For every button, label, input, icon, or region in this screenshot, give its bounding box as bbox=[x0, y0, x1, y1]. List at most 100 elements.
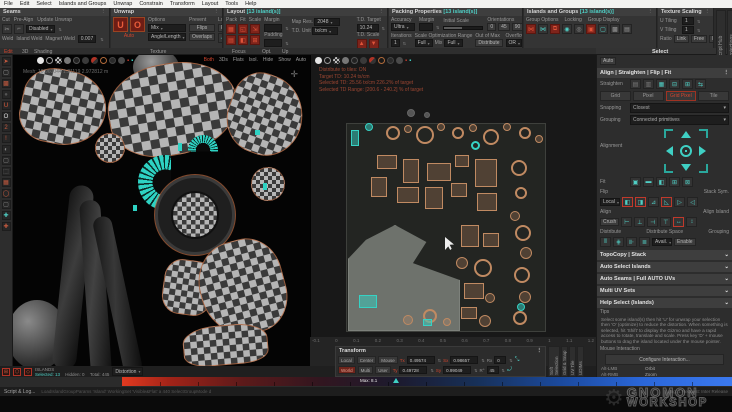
seams-menu-icon[interactable]: ⋮ bbox=[101, 9, 107, 15]
align-edge-left-icon[interactable]: ⊢ bbox=[621, 217, 633, 227]
uv-island-26[interactable] bbox=[511, 160, 527, 176]
display-solid-icon[interactable]: ▩ bbox=[610, 24, 620, 34]
section-header-help-select-islands[interactable]: Help Select (Islands) ⌄ bbox=[597, 298, 732, 308]
update-spinner[interactable]: ⇅ bbox=[58, 27, 61, 32]
unlock-icon[interactable]: ◎ bbox=[574, 24, 584, 34]
align-edge-bottom-icon[interactable]: ⊥ bbox=[634, 217, 646, 227]
rx-value[interactable]: 0 bbox=[494, 356, 507, 364]
menu-item-edit[interactable]: Edit bbox=[20, 1, 29, 7]
pack-fit-icon[interactable]: ◱ bbox=[238, 24, 248, 34]
groups-menu-icon[interactable]: ⋮ bbox=[648, 9, 654, 15]
shading-sphere-icon-2[interactable] bbox=[55, 57, 62, 64]
shading-sphere-icon-4[interactable] bbox=[351, 57, 358, 64]
uv-island-2[interactable] bbox=[404, 125, 412, 133]
shading-sphere-icon-3[interactable] bbox=[342, 57, 349, 64]
uv-island-45[interactable] bbox=[359, 295, 377, 308]
shading-sphere-icon-3[interactable] bbox=[64, 57, 71, 64]
vp3d-button-isol[interactable]: Isol. bbox=[249, 57, 258, 63]
td-scale-up-icon[interactable]: ▲ bbox=[356, 39, 367, 48]
ty-value[interactable]: 0.49728 bbox=[399, 366, 428, 374]
left-tool-icon-7[interactable]: ! bbox=[1, 134, 11, 143]
td-target-value[interactable]: 10.24 bbox=[356, 24, 379, 32]
fit-both-icon[interactable]: ⊞ bbox=[669, 177, 680, 187]
uv-island-30[interactable] bbox=[520, 247, 532, 259]
straighten-v-icon[interactable]: ▥ bbox=[643, 79, 654, 89]
nav-cross-icon[interactable]: ✛ bbox=[290, 69, 298, 80]
shading-sphere-icon-1[interactable] bbox=[324, 57, 331, 64]
map-res-dropdown[interactable]: 2048 bbox=[314, 18, 341, 26]
transform-menu-icon[interactable]: ⋮ bbox=[537, 348, 543, 354]
tab-auto[interactable]: Auto bbox=[600, 57, 617, 65]
grid-tab-pixel[interactable]: Pixel bbox=[632, 91, 664, 101]
shading-sphere-icon-6[interactable] bbox=[369, 57, 376, 64]
grid-tab-grid[interactable]: Grid bbox=[600, 91, 631, 101]
align-edge-top-icon[interactable]: ⊤ bbox=[660, 217, 672, 227]
island-mode-icon[interactable]: ⊞ bbox=[2, 367, 10, 376]
viewport-uv[interactable]: ▪ ▪ Distribute to tiles: ON Target TD: 10.… bbox=[310, 55, 596, 337]
stack-icon[interactable]: ▷ bbox=[674, 197, 685, 207]
iterations-value[interactable]: 1 bbox=[391, 39, 400, 47]
display-flat-icon[interactable]: ▣ bbox=[586, 24, 596, 34]
sy-value[interactable]: 0.99049 bbox=[443, 366, 472, 374]
align-edge-right-icon[interactable]: ⊣ bbox=[647, 217, 659, 227]
straighten-grid-icon[interactable]: ▦ bbox=[656, 79, 667, 89]
pk-margin-value[interactable] bbox=[419, 23, 433, 31]
vp3d-button-3ds[interactable]: 3Ds bbox=[219, 57, 228, 63]
accuracy-dropdown[interactable]: Ultra bbox=[391, 23, 415, 31]
uv-island-46[interactable] bbox=[423, 319, 432, 326]
orient-0-button[interactable]: 0 bbox=[487, 23, 497, 31]
pack-all-icon[interactable]: ▤ bbox=[226, 35, 236, 45]
uv-island-20[interactable] bbox=[475, 159, 497, 187]
uv-island-1[interactable] bbox=[386, 126, 400, 140]
shading-sphere-icon-5[interactable] bbox=[360, 57, 367, 64]
pin-red-icon[interactable]: ▪ bbox=[405, 58, 407, 64]
left-tool-icon-10[interactable]: ⬚ bbox=[1, 167, 11, 176]
uv-island-6[interactable] bbox=[469, 124, 477, 132]
uv-island-37[interactable] bbox=[474, 259, 492, 277]
dist-h-icon[interactable]: ⫴ bbox=[600, 237, 611, 247]
align-right-icon[interactable] bbox=[699, 146, 706, 156]
alignment-widget[interactable] bbox=[664, 129, 708, 173]
section-header-auto-select-islands[interactable]: Auto Select Islands ⌄ bbox=[597, 262, 732, 272]
shading-sphere-icon-4[interactable] bbox=[73, 57, 80, 64]
shading-sphere-icon-2[interactable] bbox=[333, 57, 340, 64]
uv-island-34[interactable] bbox=[461, 225, 479, 247]
overflow-dropdown[interactable]: OR bbox=[505, 39, 522, 47]
unwrap-u-button[interactable]: U bbox=[113, 17, 128, 32]
pin-teal-icon[interactable]: ▪ bbox=[131, 58, 133, 64]
left-tool-icon-3[interactable]: ● bbox=[1, 90, 11, 99]
left-tool-icon-9[interactable]: ▢ bbox=[1, 156, 11, 165]
menu-item-islands-and-groups[interactable]: Islands and Groups bbox=[59, 1, 107, 7]
pack-icon[interactable]: ▦ bbox=[226, 24, 236, 34]
uv-island-29[interactable] bbox=[515, 225, 531, 241]
margin-value[interactable] bbox=[264, 24, 283, 32]
dist-even-icon[interactable]: ≣ bbox=[639, 237, 650, 247]
align-corner-br-icon[interactable] bbox=[699, 164, 708, 173]
align-corner-tl-icon[interactable] bbox=[664, 129, 673, 138]
menu-item-constrain[interactable]: Constrain bbox=[139, 1, 163, 7]
uv-island-21[interactable] bbox=[371, 177, 387, 197]
shading-sphere-icon-7[interactable] bbox=[378, 57, 385, 64]
viewport-3d[interactable]: ▪ ▪ Both 3Ds Flats Isol. Hide Show Auto Mesh: 1… bbox=[13, 55, 310, 366]
flip-v-icon[interactable]: ◨ bbox=[635, 197, 646, 207]
vp3d-button-auto[interactable]: Auto bbox=[296, 57, 306, 63]
uv-island-13[interactable] bbox=[471, 141, 480, 150]
shading-sphere-icon-7[interactable] bbox=[100, 57, 107, 64]
uv-island-27[interactable] bbox=[515, 187, 527, 199]
bottom-tab-uv-tile[interactable]: UV Tile bbox=[569, 346, 576, 377]
menu-item-tools[interactable]: Tools bbox=[225, 1, 238, 7]
uv-island-41[interactable] bbox=[479, 315, 491, 327]
align-corner-tr-icon[interactable] bbox=[699, 129, 708, 138]
shading-sphere-icon-0[interactable] bbox=[37, 57, 44, 64]
crush-button[interactable]: Crush bbox=[600, 218, 620, 226]
fit-button[interactable]: Fit bbox=[218, 24, 222, 32]
sx-value[interactable]: 0.98657 bbox=[450, 356, 479, 364]
display-outline-icon[interactable]: ▢ bbox=[598, 24, 608, 34]
shading-sphere-icon-9[interactable] bbox=[396, 57, 403, 64]
straighten-loop-icon[interactable]: ⊞ bbox=[682, 79, 693, 89]
snapping-dropdown[interactable]: Closest ▾ bbox=[630, 103, 729, 113]
fit-max-icon[interactable]: ⊠ bbox=[682, 177, 693, 187]
unwrap-metric-dropdown[interactable]: Angle/Length bbox=[148, 33, 186, 41]
unwrap-mode-dropdown[interactable]: Mix bbox=[148, 24, 186, 32]
uv-island-25[interactable] bbox=[477, 193, 497, 211]
